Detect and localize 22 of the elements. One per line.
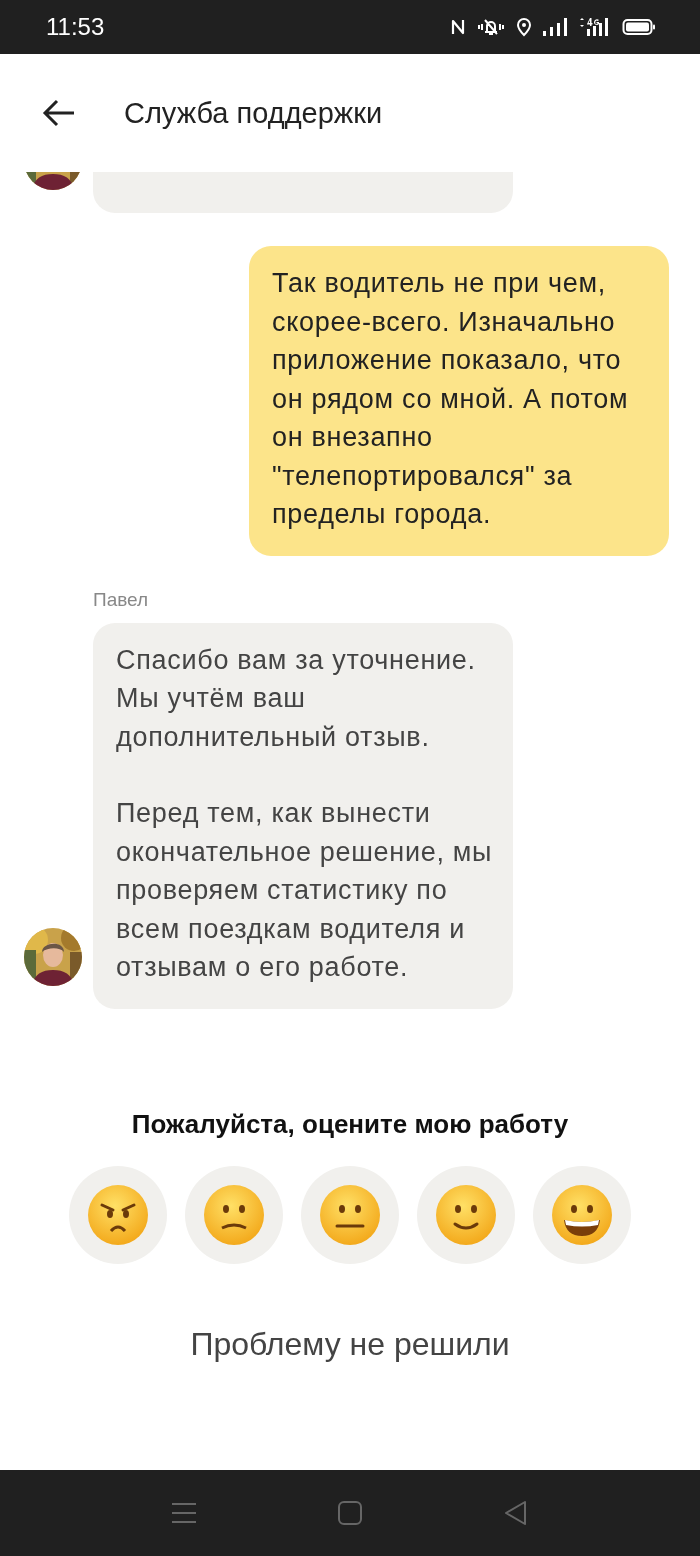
clock-time: 11:53 [46, 13, 105, 41]
back-arrow-icon [42, 99, 76, 127]
signal-icon [542, 17, 568, 37]
message-text: Спасибо вам за уточнение. Мы учтём ваш дополнительный отзыв. [116, 643, 477, 754]
message-text: Так водитель не при чем, скорее-всего. Изначально приложение показало, что он рядом со мной. А потом он внезапно "телепортировался" за пределы города. [272, 267, 630, 531]
angry-face-icon [86, 1182, 150, 1247]
message-text: Перед тем, как вынести окончательное решение, мы проверяем статистику по всем поездкам водителя и отзывам о его работе. [116, 797, 493, 984]
screen-title: Служба поддержки [124, 96, 383, 130]
muted-bell-icon [476, 17, 506, 37]
rating-prompt: Пожалуйста, оцените мою работу [131, 1108, 569, 1140]
menu-icon[interactable] [171, 1501, 197, 1525]
confused-face-icon [202, 1182, 266, 1247]
nfc-icon [450, 17, 466, 37]
grin-face-icon [550, 1182, 614, 1247]
unsolved-button[interactable]: Проблему не решили [170, 1315, 530, 1373]
sender-name: Павел [93, 588, 149, 611]
smile-face-icon [434, 1182, 498, 1247]
location-icon [516, 17, 532, 37]
back-icon[interactable] [503, 1499, 529, 1527]
battery-icon [622, 17, 656, 37]
neutral-face-icon [318, 1182, 382, 1247]
home-icon[interactable] [337, 1500, 363, 1526]
